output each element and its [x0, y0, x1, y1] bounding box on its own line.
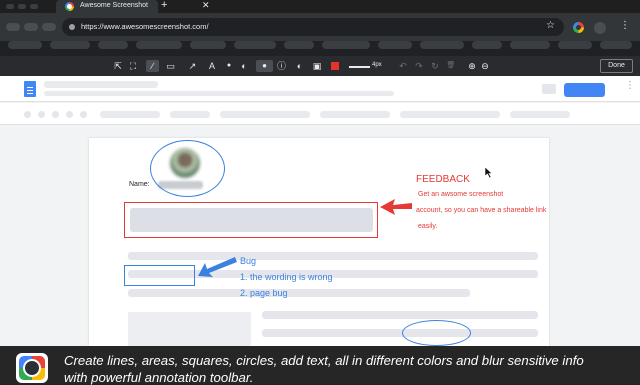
window-control-maximize[interactable] [30, 4, 38, 9]
window-control-close[interactable] [6, 4, 14, 9]
docs-logo-icon [24, 81, 36, 97]
caption-line-2: with powerful annotation toolbar. [64, 370, 254, 385]
browser-tab[interactable]: Awesome Screenshot ✕ [56, 0, 210, 13]
bookmark-item[interactable] [510, 41, 550, 49]
format-tool-dot[interactable] [80, 111, 87, 118]
bookmark-item[interactable] [558, 41, 592, 49]
tab-close-icon[interactable]: ✕ [202, 0, 210, 11]
stroke-width-slider[interactable] [349, 66, 370, 68]
fill-tool-icon[interactable]: ◐ [238, 60, 250, 72]
format-tool-placeholder [510, 111, 570, 118]
zoom-out-icon[interactable]: ⊖ [479, 60, 491, 72]
redo-icon[interactable]: ↷ [413, 60, 425, 72]
annotation-rectangle-red[interactable] [124, 202, 378, 238]
bookmark-item[interactable] [234, 41, 276, 49]
format-tool-placeholder [400, 111, 500, 118]
bookmark-item[interactable] [600, 41, 632, 49]
done-button[interactable]: Done [600, 59, 633, 73]
reload-button[interactable] [42, 23, 56, 31]
tab-strip: Awesome Screenshot ✕ + [0, 0, 640, 13]
mouse-cursor-icon [485, 167, 493, 178]
arrow-tool-icon[interactable]: ↗ [184, 60, 201, 72]
annotation-arrow-blue[interactable] [196, 254, 238, 280]
bookmark-item[interactable] [50, 41, 90, 49]
comment-tool-icon[interactable]: ● [256, 60, 273, 72]
rectangle-tool-icon[interactable]: ▭ [162, 60, 179, 72]
share-button[interactable] [564, 83, 605, 97]
zoom-in-icon[interactable]: ⊕ [466, 60, 478, 72]
resize-icon[interactable]: ⛶ [127, 60, 139, 72]
bookmark-item[interactable] [190, 41, 226, 49]
doc-menu-icon[interactable]: ⋮ [625, 80, 635, 91]
comment-history-icon[interactable] [542, 84, 556, 94]
bookmark-item[interactable] [98, 41, 128, 49]
text-line-placeholder [262, 311, 538, 319]
stroke-width-label: 4px [372, 62, 382, 68]
address-input[interactable]: https://www.awesomescreenshot.com/ ☆ [62, 18, 564, 36]
bookmark-item[interactable] [322, 41, 370, 49]
bookmark-star-icon[interactable]: ☆ [546, 20, 555, 31]
feedback-line[interactable]: easily. [418, 223, 437, 230]
bookmark-item[interactable] [420, 41, 464, 49]
feedback-title[interactable]: FEEDBACK [416, 174, 470, 185]
annotation-circle-avatar[interactable] [150, 140, 225, 197]
image-placeholder [128, 312, 251, 346]
back-button[interactable] [6, 23, 20, 31]
pen-tool-icon[interactable]: ∕ [146, 60, 159, 72]
bookmark-item[interactable] [378, 41, 412, 49]
profile-avatar[interactable] [594, 22, 606, 34]
format-tool-dot[interactable] [52, 111, 59, 118]
bug-line[interactable]: 1. the wording is wrong [240, 272, 333, 282]
annotation-arrow-red[interactable] [378, 196, 414, 218]
site-info-icon[interactable] [69, 24, 75, 30]
format-tool-placeholder [170, 111, 210, 118]
name-label: Name: [129, 181, 150, 188]
format-tool-placeholder [320, 111, 390, 118]
bookmark-item[interactable] [8, 41, 42, 49]
awesome-screenshot-logo-icon [16, 353, 48, 383]
format-tool-dot[interactable] [66, 111, 73, 118]
color-picker-swatch[interactable] [331, 62, 339, 70]
bookmark-item[interactable] [284, 41, 314, 49]
new-tab-button[interactable]: + [161, 0, 167, 11]
text-line-placeholder [128, 252, 538, 260]
doc-title-placeholder [44, 81, 158, 88]
doc-menu-placeholder [44, 91, 394, 96]
forward-button[interactable] [24, 23, 38, 31]
url-text: https://www.awesomescreenshot.com/ [81, 22, 209, 31]
bookmark-item[interactable] [136, 41, 182, 49]
bookmark-item[interactable] [472, 41, 502, 49]
bug-line[interactable]: 2. page bug [240, 288, 288, 298]
info-tool-icon[interactable]: ⓘ [275, 60, 288, 72]
annotation-circle-bottom[interactable] [402, 320, 471, 346]
reset-icon[interactable]: ↻ [429, 60, 441, 72]
delete-icon[interactable]: 🗑 [445, 60, 457, 72]
format-tool-dot[interactable] [24, 111, 31, 118]
text-line-placeholder [262, 329, 538, 337]
tab-title: Awesome Screenshot [80, 2, 148, 9]
annotation-rectangle-blue[interactable] [124, 265, 195, 286]
format-tool-placeholder [220, 111, 310, 118]
crop-icon[interactable]: ⇱ [112, 60, 124, 72]
image-tool-icon[interactable]: ▣ [310, 60, 324, 72]
text-line-placeholder [128, 289, 470, 297]
feedback-line[interactable]: account, so you can have a shareable lin… [416, 207, 546, 214]
awesome-screenshot-extension-icon[interactable] [573, 22, 584, 33]
shape-tool-icon[interactable]: ◐ [291, 60, 308, 72]
format-tool-placeholder [100, 111, 160, 118]
caption-line-1: Create lines, areas, squares, circles, a… [64, 353, 584, 368]
bug-title[interactable]: Bug [240, 256, 256, 266]
blur-tool-icon[interactable]: ● [223, 60, 235, 72]
text-tool-icon[interactable]: A [206, 60, 218, 72]
window-control-minimize[interactable] [18, 4, 26, 9]
awesome-screenshot-favicon-icon [65, 2, 74, 11]
feedback-line[interactable]: Get an awsome screenshot [418, 191, 503, 198]
undo-icon[interactable]: ↶ [397, 60, 409, 72]
format-tool-dot[interactable] [38, 111, 45, 118]
browser-menu-icon[interactable]: ⋮ [620, 20, 630, 31]
